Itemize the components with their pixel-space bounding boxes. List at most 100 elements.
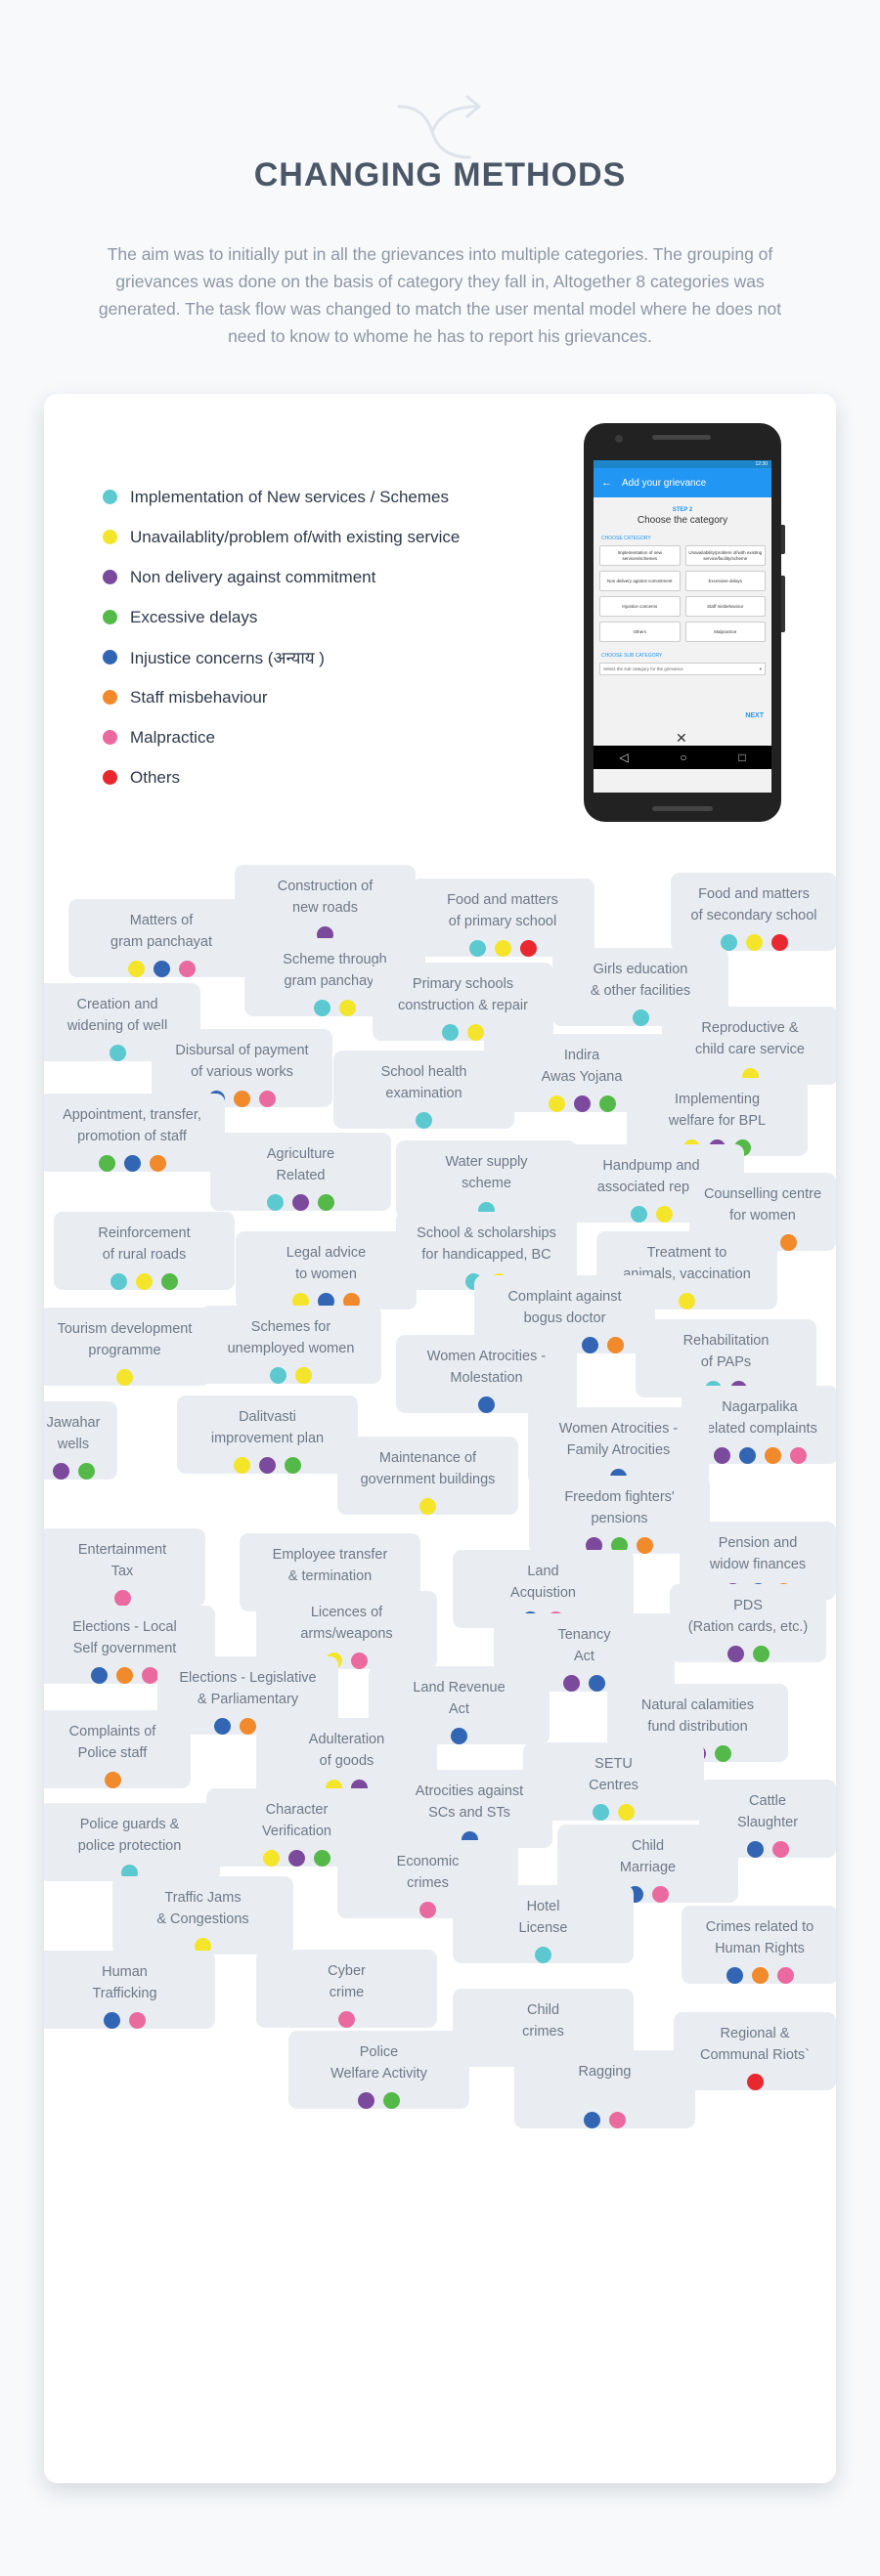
app-bar-title: Add your grievance xyxy=(622,477,707,489)
category-dot-orange xyxy=(751,1967,769,1984)
close-icon[interactable]: ✕ xyxy=(676,730,687,747)
category-dot-green xyxy=(98,1155,115,1172)
category-dot-purple xyxy=(52,1463,69,1480)
legend-item: Others xyxy=(103,757,460,797)
issue-label: PDS (Ration cards, etc.) xyxy=(687,1598,809,1635)
dropdown-caret-icon: ▾ xyxy=(759,665,762,671)
category-dot-yellow xyxy=(679,1293,695,1309)
sub-category-label: CHOOSE SUB CATEGORY xyxy=(601,653,663,659)
legend-label: Malpractice xyxy=(130,727,215,747)
category-dot-yellow xyxy=(467,1024,484,1041)
category-dot-blue xyxy=(214,1718,231,1735)
category-option[interactable]: Excessive delays xyxy=(684,571,766,591)
category-dot-pink xyxy=(776,1967,794,1984)
legend-dot-teal xyxy=(103,490,117,504)
category-option[interactable]: Unavailability/problem of/with existing … xyxy=(684,545,766,566)
phone-volume-button xyxy=(781,576,785,632)
issue-chip: Appointment, transfer, promotion of staf… xyxy=(44,1094,225,1172)
issue-chip: Food and matters of secondary school xyxy=(671,873,836,951)
phone-power-button xyxy=(781,525,785,554)
issue-chip: Food and matters of primary school xyxy=(411,879,594,957)
issue-label: Agriculture Related xyxy=(266,1146,335,1183)
issue-chip: Legal advice to women xyxy=(236,1231,417,1309)
issue-label: Disbursal of payment of various works xyxy=(175,1043,309,1080)
category-dot-blue xyxy=(584,2112,600,2128)
category-dot-red xyxy=(746,2074,764,2090)
category-dot-teal xyxy=(468,940,486,957)
issue-chip: PDS (Ration cards, etc.) xyxy=(670,1584,826,1662)
issue-category-dots xyxy=(674,2074,836,2090)
category-option[interactable]: Implementation of new services/schemes xyxy=(599,545,681,566)
category-dot-green xyxy=(161,1273,178,1290)
legend-item: Staff misbehaviour xyxy=(103,677,460,717)
category-dot-pink xyxy=(129,2012,146,2029)
legend-label: Staff misbehaviour xyxy=(130,687,268,707)
issue-label: Natural calamities fund distribution xyxy=(640,1697,755,1735)
issue-category-dots xyxy=(333,1112,514,1129)
category-dot-orange xyxy=(637,1537,653,1554)
category-dot-purple xyxy=(573,1095,591,1112)
issue-chip: Ragging xyxy=(514,2050,695,2128)
issue-chip: School health examination xyxy=(333,1051,514,1129)
issue-chip: Primary schools construction & repair xyxy=(373,963,553,1041)
issue-chip: Matters of gram panchayat xyxy=(68,899,254,977)
category-dot-red xyxy=(519,940,537,957)
next-button[interactable]: NEXT xyxy=(745,712,764,719)
category-dot-yellow xyxy=(618,1804,635,1821)
category-section-label: CHOOSE CATEGORY xyxy=(601,536,651,541)
category-dot-purple xyxy=(726,1646,744,1662)
category-dot-blue xyxy=(451,1728,467,1744)
issue-label: Rehabilitation of PAPs xyxy=(682,1333,770,1370)
issue-chip: Human Trafficking xyxy=(44,1951,215,2029)
android-nav-bar: ◁ ○ □ xyxy=(594,746,771,769)
category-dot-pink xyxy=(178,961,196,977)
category-dot-orange xyxy=(240,1718,256,1735)
category-dot-yellow xyxy=(295,1367,312,1384)
issue-label: Women Atrocities - Molestation xyxy=(426,1349,547,1386)
issue-category-dots xyxy=(68,961,254,977)
issue-label: Child crimes xyxy=(522,2002,564,2039)
issue-chip: Reinforcement of rural roads xyxy=(54,1212,235,1290)
issue-label: Matters of gram panchayat xyxy=(110,913,212,950)
legend-label: Others xyxy=(130,767,181,787)
issue-chip: Maintenance of government buildings xyxy=(337,1437,518,1515)
category-dot-orange xyxy=(779,1234,797,1251)
category-dot-teal xyxy=(442,1024,459,1041)
category-option[interactable]: Staff misbehaviour xyxy=(684,596,766,617)
category-option[interactable]: Malpractice xyxy=(684,622,766,642)
category-dot-yellow xyxy=(136,1273,153,1290)
category-dot-blue xyxy=(589,1675,605,1692)
category-option[interactable]: Others xyxy=(599,622,681,642)
category-dot-green xyxy=(77,1463,95,1480)
back-arrow-icon[interactable]: ← xyxy=(601,477,612,489)
category-dot-blue xyxy=(746,1841,764,1858)
category-dot-green xyxy=(318,1194,334,1211)
issue-label: Girls education & other facilities xyxy=(590,962,691,999)
phone-screen: 12:30 ← Add your grievance STEP 2 Choose… xyxy=(594,460,771,793)
issue-chip: Entertainment Tax xyxy=(44,1528,205,1607)
category-dot-pink xyxy=(789,1447,807,1464)
app-bar: ← Add your grievance xyxy=(594,468,771,497)
category-legend: Implementation of New services / Schemes… xyxy=(103,477,460,797)
issue-chip: Women Atrocities - Family Atrocities xyxy=(528,1407,709,1485)
nav-recent-icon[interactable]: □ xyxy=(738,751,745,764)
category-dot-pink xyxy=(142,1667,158,1684)
issue-category-dots xyxy=(44,1772,191,1788)
phone-bottom-speaker xyxy=(652,806,713,811)
sub-category-select[interactable]: Select the sub category for the grievanc… xyxy=(599,663,766,675)
nav-back-icon[interactable]: ◁ xyxy=(619,751,628,764)
issue-label: Land Revenue Act xyxy=(413,1680,506,1717)
issue-chip: Schemes for unemployed women xyxy=(200,1306,381,1384)
category-dot-teal xyxy=(416,1112,432,1129)
category-option[interactable]: Non delivery against commitment xyxy=(599,571,681,591)
issue-label: Child Marriage xyxy=(619,1838,677,1875)
issue-label: Tenancy Act xyxy=(557,1627,611,1664)
category-dot-teal xyxy=(630,1206,647,1223)
category-dot-yellow xyxy=(127,961,145,977)
issue-label: Reinforcement of rural roads xyxy=(98,1225,191,1263)
issue-category-dots xyxy=(44,1590,205,1607)
category-dot-pink xyxy=(259,1091,276,1107)
nav-home-icon[interactable]: ○ xyxy=(680,751,686,764)
category-option[interactable]: Injustice concerns xyxy=(599,596,681,617)
issue-chip: Hotel License xyxy=(453,1885,634,1963)
